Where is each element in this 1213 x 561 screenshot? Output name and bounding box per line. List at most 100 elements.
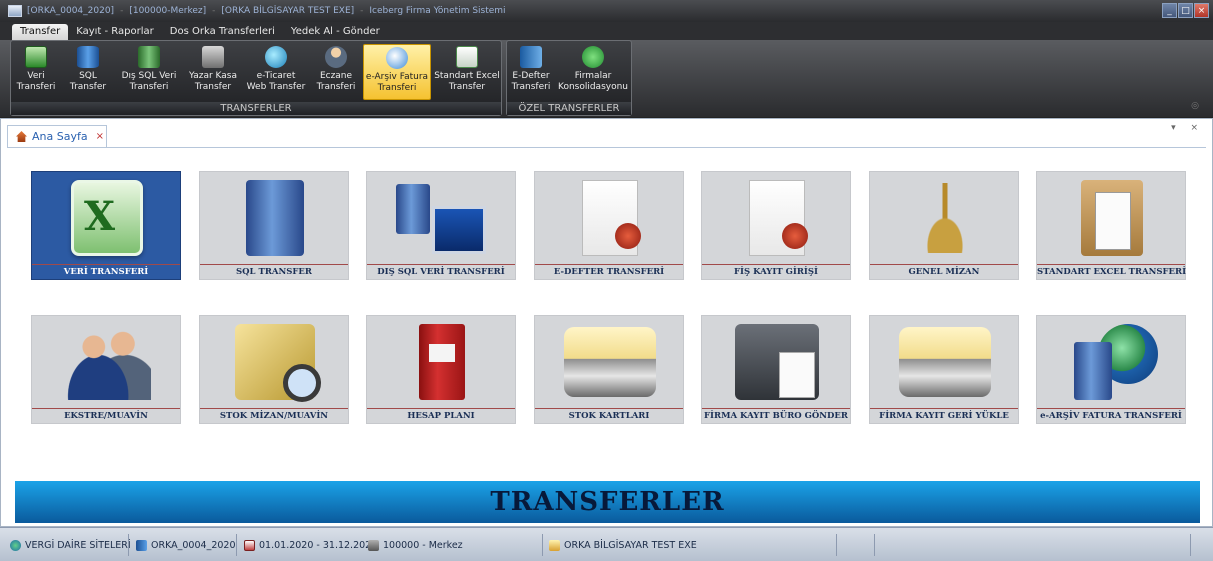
tile-veri-transferi[interactable]: VERİ TRANSFERİ bbox=[31, 171, 181, 280]
firmalar-konsolidasyonu-button[interactable]: Firmalar Konsolidasyonu bbox=[557, 44, 629, 100]
title-separator: - bbox=[360, 6, 364, 16]
tile-art bbox=[367, 172, 517, 264]
title-separator: - bbox=[212, 6, 216, 16]
e-arsiv-fatura-transferi-button[interactable]: e-Arşiv Fatura Transferi bbox=[363, 44, 431, 100]
certificate-document-icon bbox=[582, 180, 641, 256]
tile-divider bbox=[870, 264, 1018, 265]
tile-e-defter-transferi[interactable]: E-DEFTER TRANSFERİ bbox=[534, 171, 684, 280]
external-database-icon bbox=[138, 46, 160, 68]
tile-dis-sql-veri-transferi[interactable]: DIŞ SQL VERİ TRANSFERİ bbox=[366, 171, 516, 280]
status-branch: 100000 - Merkez bbox=[368, 536, 463, 554]
maximize-button[interactable]: □ bbox=[1178, 3, 1193, 18]
tile-label: FİRMA KAYIT GERİ YÜKLE bbox=[879, 411, 1009, 421]
server-transfer-icon bbox=[394, 180, 490, 256]
button-label: Transferi bbox=[511, 82, 551, 92]
e-defter-transferi-button[interactable]: E-Defter Transferi bbox=[511, 44, 551, 100]
button-label: Yazar Kasa bbox=[188, 71, 238, 81]
tile-stok-kartlari[interactable]: STOK KARTLARI bbox=[534, 315, 684, 424]
tile-art bbox=[535, 172, 685, 264]
tile-divider bbox=[367, 408, 515, 409]
button-label: Web Transfer bbox=[246, 82, 306, 92]
button-label: e-Arşiv Fatura bbox=[365, 72, 429, 82]
title-database: [ORKA_0004_2020] bbox=[27, 6, 115, 16]
briefcase-icon bbox=[735, 324, 819, 400]
status-tax-office-label: VERGİ DAİRE SİTELERİ bbox=[25, 539, 131, 551]
button-label: SQL bbox=[79, 71, 97, 81]
tab-ana-sayfa[interactable]: Ana Sayfa × bbox=[7, 125, 107, 147]
section-banner: TRANSFERLER bbox=[15, 481, 1200, 523]
close-tab-icon[interactable]: × bbox=[96, 131, 104, 142]
tab-yedek-al-gonder[interactable]: Yedek Al - Gönder bbox=[283, 24, 388, 40]
building-icon bbox=[368, 539, 379, 551]
excel-icon bbox=[71, 180, 143, 256]
tile-hesap-plani[interactable]: HESAP PLANI bbox=[366, 315, 516, 424]
tile-firma-kayit-geri-yukle[interactable]: FİRMA KAYIT GERİ YÜKLE bbox=[869, 315, 1019, 424]
tile-label: SQL TRANSFER bbox=[236, 267, 312, 277]
close-button[interactable]: × bbox=[1194, 3, 1209, 18]
tile-label: STOK MİZAN/MUAVİN bbox=[219, 411, 329, 421]
yazar-kasa-transfer-button[interactable]: Yazar Kasa Transfer bbox=[185, 44, 241, 100]
tile-label: GENEL MİZAN bbox=[908, 267, 980, 277]
tile-art bbox=[1037, 172, 1187, 264]
consolidation-icon bbox=[582, 46, 604, 68]
server-icon bbox=[246, 180, 304, 256]
globe-icon bbox=[10, 539, 21, 551]
excel-icon bbox=[25, 46, 47, 68]
button-label: Transferi bbox=[16, 82, 56, 92]
document-controls[interactable]: ▾ × bbox=[1171, 123, 1204, 133]
tile-e-arsiv-fatura-transferi[interactable]: e-ARŞİV FATURA TRANSFERİ bbox=[1036, 315, 1186, 424]
tile-stok-mizan-muavin[interactable]: STOK MİZAN/MUAVİN bbox=[199, 315, 349, 424]
tile-art bbox=[1037, 316, 1187, 408]
tab-kayit-raporlar[interactable]: Kayıt - Raporlar bbox=[68, 24, 162, 40]
dis-sql-veri-transferi-button[interactable]: Dış SQL Veri Transferi bbox=[117, 44, 181, 100]
button-label: Transferi bbox=[377, 83, 417, 93]
excel-export-icon bbox=[456, 46, 478, 68]
ribbon-options-icon[interactable]: ◎ bbox=[1191, 101, 1199, 111]
sql-transfer-button[interactable]: SQL Transfer bbox=[65, 44, 111, 100]
tile-label: HESAP PLANI bbox=[407, 411, 475, 421]
tab-transfer[interactable]: Transfer bbox=[12, 24, 69, 40]
tile-firma-kayit-buro-gonder[interactable]: FİRMA KAYIT BÜRO GÖNDER bbox=[701, 315, 851, 424]
window-controls: _ □ × bbox=[1162, 3, 1209, 18]
status-separator bbox=[836, 534, 837, 556]
eczane-transferi-button[interactable]: Eczane Transferi bbox=[313, 44, 359, 100]
people-icon bbox=[63, 324, 151, 400]
tile-divider bbox=[200, 408, 348, 409]
status-company-label: ORKA BİLGİSAYAR TEST EXE bbox=[564, 539, 697, 551]
card-tray-icon bbox=[564, 327, 656, 397]
button-label: Eczane bbox=[319, 71, 353, 81]
tile-label: E-DEFTER TRANSFERİ bbox=[553, 267, 665, 277]
button-label: Transferi bbox=[316, 82, 356, 92]
main-content: Ana Sayfa × ▾ × VERİ TRANSFERİ SQL TRANS… bbox=[0, 118, 1213, 527]
tile-sql-transfer[interactable]: SQL TRANSFER bbox=[199, 171, 349, 280]
status-separator bbox=[1190, 534, 1191, 556]
tile-fis-kayit-girisi[interactable]: FİŞ KAYIT GİRİŞİ bbox=[701, 171, 851, 280]
button-label: Standart Excel bbox=[434, 71, 500, 81]
status-period-label: 01.01.2020 - 31.12.2020 bbox=[259, 539, 378, 551]
tab-dos-orka-transferleri[interactable]: Dos Orka Transferleri bbox=[162, 24, 283, 40]
card-tray-icon bbox=[899, 327, 991, 397]
pencil-icon bbox=[549, 539, 560, 551]
ledger-book-icon bbox=[520, 46, 542, 68]
tile-ekstre-muavin[interactable]: EKSTRE/MUAVİN bbox=[31, 315, 181, 424]
standart-excel-transfer-button[interactable]: Standart Excel Transfer bbox=[434, 44, 500, 100]
certificate-document-icon bbox=[749, 180, 808, 256]
button-label: e-Ticaret bbox=[256, 71, 296, 81]
veri-transferi-button[interactable]: Veri Transferi bbox=[15, 44, 57, 100]
database-icon bbox=[136, 539, 147, 551]
ribbon-group-ozel-transferler: E-Defter Transferi Firmalar Konsolidasyo… bbox=[506, 40, 632, 116]
status-period: 01.01.2020 - 31.12.2020 bbox=[244, 536, 377, 554]
button-label: Transferi bbox=[129, 82, 169, 92]
banner-title: TRANSFERLER bbox=[490, 487, 725, 517]
status-company: ORKA BİLGİSAYAR TEST EXE bbox=[549, 536, 697, 554]
button-label: Transfer bbox=[69, 82, 107, 92]
clipboard-icon bbox=[1081, 180, 1143, 256]
button-label: Firmalar bbox=[574, 71, 612, 81]
tile-genel-mizan[interactable]: GENEL MİZAN bbox=[869, 171, 1019, 280]
e-ticaret-web-transfer-button[interactable]: e-Ticaret Web Transfer bbox=[245, 44, 307, 100]
tile-label: EKSTRE/MUAVİN bbox=[64, 411, 148, 421]
minimize-button[interactable]: _ bbox=[1162, 3, 1177, 18]
tile-divider bbox=[367, 264, 515, 265]
status-tax-office[interactable]: VERGİ DAİRE SİTELERİ bbox=[10, 536, 131, 554]
tile-standart-excel-transferi[interactable]: STANDART EXCEL TRANSFERİ bbox=[1036, 171, 1186, 280]
